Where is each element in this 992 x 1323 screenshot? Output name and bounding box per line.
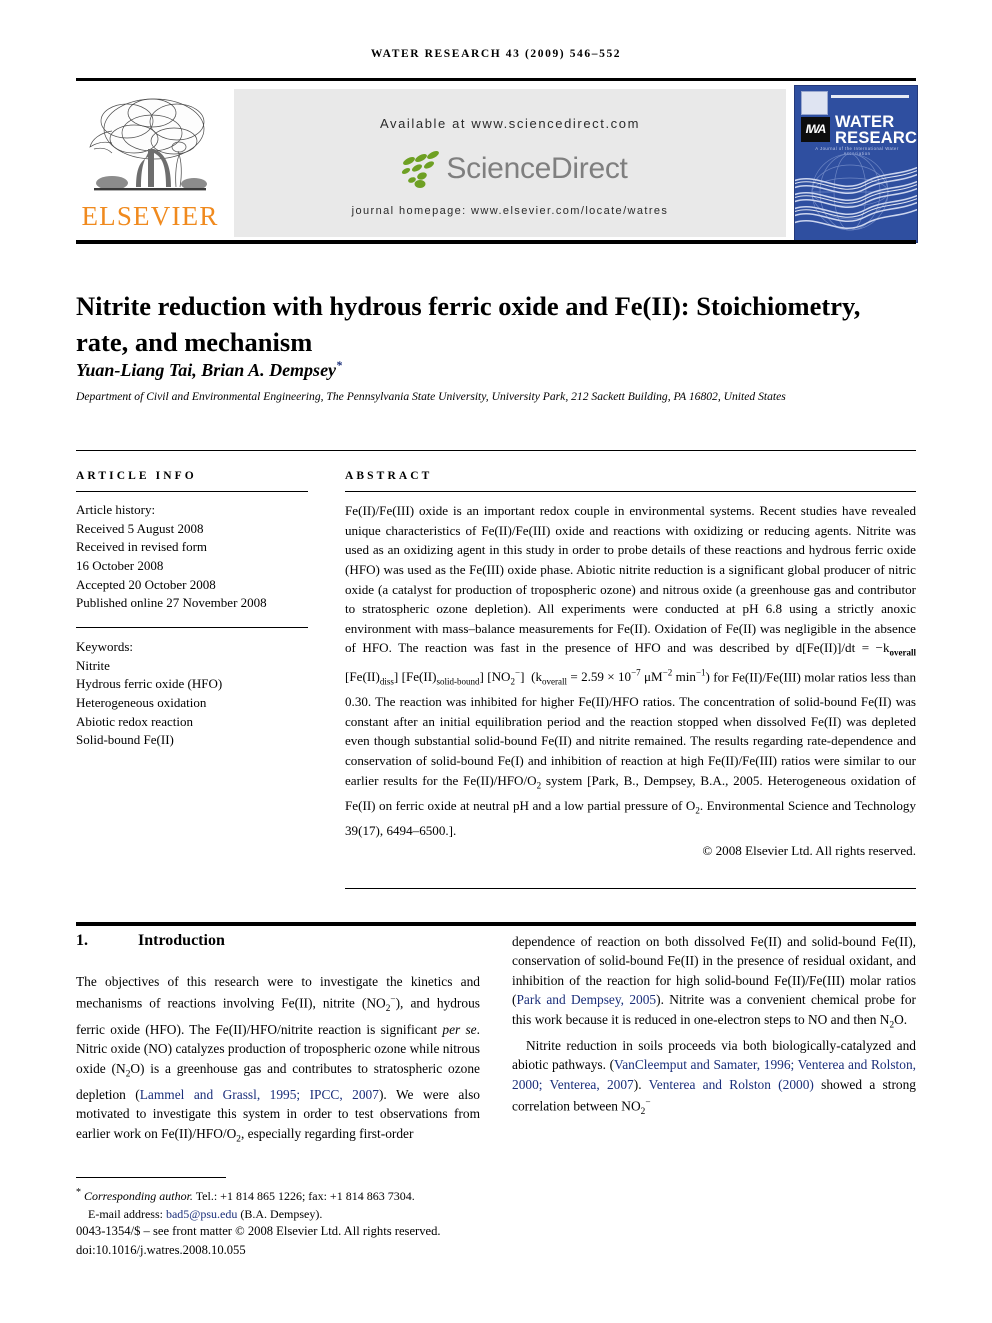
author-names: Yuan-Liang Tai, Brian A. Dempsey bbox=[76, 360, 337, 380]
body-column-right: dependence of reaction on both dissolved… bbox=[512, 932, 916, 1122]
article-page: WATER RESEARCH 43 (2009) 546–552 ELSEVIE… bbox=[0, 0, 992, 1323]
info-top-rule bbox=[76, 450, 916, 452]
paragraph: Nitrite reduction in soils proceeds via … bbox=[512, 1037, 917, 1118]
introduction-left-text: The objectives of this research were to … bbox=[76, 972, 480, 1150]
masthead: ELSEVIER Available at www.sciencedirect.… bbox=[76, 85, 918, 243]
corresponding-author-label: Corresponding author. bbox=[84, 1189, 193, 1203]
masthead-bottom-rule bbox=[76, 240, 916, 244]
abstract-column: ABSTRACT Fe(II)/Fe(III) oxide is an impo… bbox=[345, 470, 916, 859]
corresponding-marker: * bbox=[336, 358, 343, 372]
corresponding-author-contact: Tel.: +1 814 865 1226; fax: +1 814 863 7… bbox=[192, 1189, 415, 1203]
history-item: Received in revised form bbox=[76, 539, 208, 555]
keyword-item: Abiotic redox reaction bbox=[76, 713, 193, 729]
doi-line: doi:10.1016/j.watres.2008.10.055 bbox=[76, 1243, 246, 1257]
history-item: 16 October 2008 bbox=[76, 558, 164, 574]
journal-homepage-text: journal homepage: www.elsevier.com/locat… bbox=[351, 205, 669, 217]
email-label: E-mail address: bbox=[88, 1206, 166, 1221]
abstract-bottom-rule bbox=[345, 888, 916, 890]
author-list: Yuan-Liang Tai, Brian A. Dempsey* bbox=[76, 358, 866, 381]
citation-link[interactable]: Lammel and Grassl, 1995; IPCC, 2007 bbox=[140, 1087, 379, 1102]
abstract-part1: Fe(II)/Fe(III) oxide is an important red… bbox=[345, 503, 916, 656]
keywords-rule bbox=[76, 626, 308, 629]
body-top-rule bbox=[76, 922, 916, 926]
history-item: Published online 27 November 2008 bbox=[76, 595, 267, 611]
iwa-logo-icon: IWA bbox=[801, 117, 830, 142]
email-owner: (B.A. Dempsey). bbox=[237, 1206, 323, 1221]
abstract-heading: ABSTRACT bbox=[345, 470, 433, 482]
header-rule bbox=[76, 78, 916, 81]
history-item: Received 5 August 2008 bbox=[76, 520, 204, 536]
cover-top-rule bbox=[831, 95, 909, 98]
elsevier-tree-icon bbox=[89, 98, 207, 191]
citation-link[interactable]: Park and Dempsey, 2005 bbox=[516, 992, 656, 1007]
abstract-text: Fe(II)/Fe(III) oxide is an important red… bbox=[345, 503, 917, 838]
section-heading-introduction: 1. Introduction bbox=[76, 932, 480, 950]
available-at-text: Available at www.sciencedirect.com bbox=[379, 116, 641, 131]
abstract-copyright: © 2008 Elsevier Ltd. All rights reserved… bbox=[702, 842, 916, 858]
paragraph: The objectives of this research were to … bbox=[76, 974, 480, 1145]
keyword-item: Solid-bound Fe(II) bbox=[76, 732, 174, 748]
article-history: Article history: Received 5 August 2008 … bbox=[76, 501, 308, 613]
cover-corner-box bbox=[801, 91, 828, 115]
footnote-marker: * bbox=[76, 1187, 81, 1198]
introduction-right-text: dependence of reaction on both dissolved… bbox=[512, 932, 916, 1122]
elsevier-logo: ELSEVIER bbox=[76, 89, 224, 237]
sciencedirect-panel: Available at www.sciencedirect.com Scien… bbox=[234, 89, 786, 237]
affiliation: Department of Civil and Environmental En… bbox=[76, 390, 786, 403]
cover-globe-waves-graphic bbox=[795, 153, 917, 231]
running-head: WATER RESEARCH 43 (2009) 546–552 bbox=[370, 48, 622, 60]
article-info-rule bbox=[76, 491, 308, 493]
keyword-item: Heterogeneous oxidation bbox=[76, 694, 207, 710]
sciencedirect-logo: ScienceDirect bbox=[234, 144, 786, 194]
keywords-list: Keywords: Nitrite Hydrous ferric oxide (… bbox=[76, 638, 308, 750]
section-title: Introduction bbox=[138, 932, 225, 949]
article-info-heading: ARTICLE INFO bbox=[76, 470, 197, 482]
keyword-item: Hydrous ferric oxide (HFO) bbox=[76, 676, 223, 692]
journal-cover-thumbnail: IWA WATER RESEARCH A Journal of the Inte… bbox=[794, 85, 918, 243]
sciencedirect-wordmark: ScienceDirect bbox=[446, 152, 628, 185]
footnote-rule bbox=[76, 1177, 226, 1179]
front-matter-line: 0043-1354/$ – see front matter © 2008 El… bbox=[76, 1224, 441, 1238]
history-label: Article history: bbox=[76, 502, 156, 518]
abstract-rule bbox=[345, 491, 916, 493]
abstract-part2: for Fe(II)/Fe(III) molar ratios less tha… bbox=[345, 669, 917, 788]
citation-link[interactable]: Venterea and Rolston (2000) bbox=[649, 1077, 814, 1092]
cover-title: WATER RESEARCH bbox=[835, 114, 918, 147]
paragraph: dependence of reaction on both dissolved… bbox=[512, 934, 917, 1031]
keyword-item: Nitrite bbox=[76, 657, 110, 673]
elsevier-wordmark: ELSEVIER bbox=[81, 201, 219, 231]
sciencedirect-leaf-icon bbox=[402, 150, 440, 188]
keywords-label: Keywords: bbox=[76, 639, 134, 655]
article-info-column: ARTICLE INFO Article history: Received 5… bbox=[76, 470, 308, 750]
article-title: Nitrite reduction with hydrous ferric ox… bbox=[76, 290, 861, 357]
body-column-left: 1. Introduction The objectives of this re… bbox=[76, 932, 480, 1150]
imprint-block: 0043-1354/$ – see front matter © 2008 El… bbox=[76, 1222, 546, 1260]
email-link[interactable]: bad5@psu.edu bbox=[166, 1207, 237, 1221]
corresponding-author-note: * Corresponding author. Tel.: +1 814 865… bbox=[76, 1184, 506, 1223]
history-item: Accepted 20 October 2008 bbox=[76, 576, 216, 592]
section-number: 1. bbox=[76, 932, 88, 949]
cover-title-line2: RESEARCH bbox=[835, 128, 918, 147]
